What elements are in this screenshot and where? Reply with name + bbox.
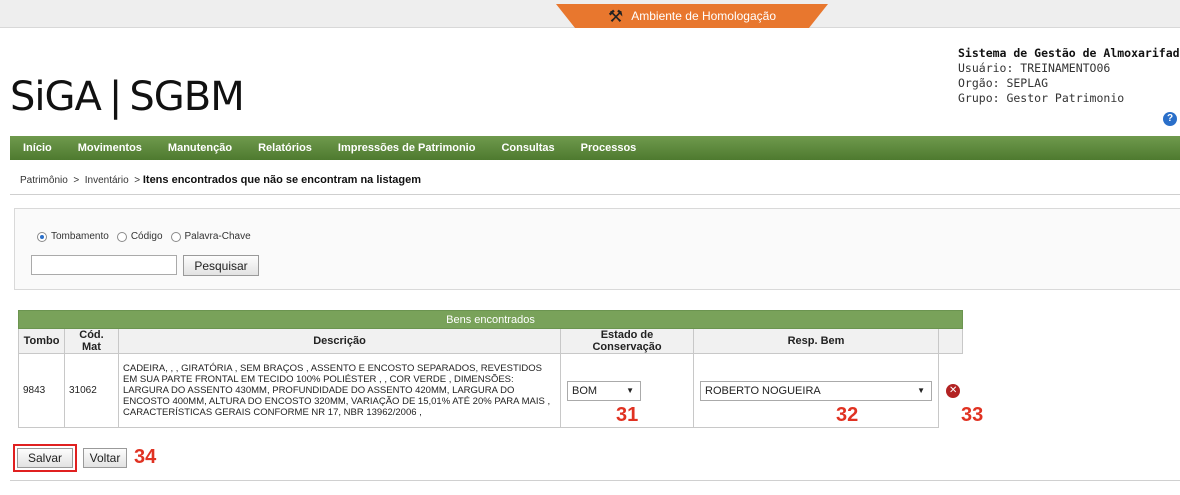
bottom-divider — [10, 480, 1180, 481]
header-estado: Estado de Conservação — [560, 328, 694, 354]
menu-item-consultas[interactable]: Consultas — [488, 142, 567, 154]
cell-tombo: 9843 — [18, 353, 65, 428]
menu-item-impressoes[interactable]: Impressões de Patrimonio — [325, 142, 489, 154]
menu-item-relatorios[interactable]: Relatórios — [245, 142, 325, 154]
system-info: Sistema de Gestão de Almoxarifado Usuári… — [958, 46, 1180, 106]
search-panel: Tombamento Código Palavra-Chave Pesquisa… — [14, 208, 1180, 290]
back-button[interactable]: Voltar — [83, 448, 127, 468]
header-tombo: Tombo — [18, 328, 65, 354]
search-input[interactable] — [31, 255, 177, 275]
annotation-32: 32 — [836, 404, 859, 426]
menu-item-processos[interactable]: Processos — [568, 142, 650, 154]
radio-palavra-chave[interactable] — [170, 231, 181, 242]
resp-bem-select[interactable]: ROBERTO NOGUEIRA ▼ — [700, 380, 932, 401]
estado-select-value: BOM — [572, 384, 598, 397]
radio-codigo-label[interactable]: Código — [131, 231, 163, 242]
user-info: Usuário: TREINAMENTO06 — [958, 61, 1111, 75]
environment-label: Ambiente de Homologação — [631, 9, 776, 23]
header-cod-mat: Cód. Mat — [64, 328, 119, 354]
app-logo: SiGA | SGBM — [10, 74, 245, 120]
breadcrumb-path: Patrimônio > Inventário > — [20, 175, 143, 186]
radio-palavra-chave-label[interactable]: Palavra-Chave — [185, 231, 251, 242]
resp-bem-select-value: ROBERTO NOGUEIRA — [705, 384, 821, 397]
breadcrumb: Patrimônio > Inventário > Itens encontra… — [20, 174, 421, 186]
cell-resp-bem: ROBERTO NOGUEIRA ▼ — [693, 353, 939, 428]
annotation-33: 33 — [961, 404, 984, 426]
environment-strip: ⚒ Ambiente de Homologação — [0, 0, 1180, 28]
logo-separator: | — [108, 74, 123, 120]
logo-siga: SiGA — [10, 74, 102, 120]
menu-item-manutencao[interactable]: Manutenção — [155, 142, 245, 154]
table-row: 9843 31062 CADEIRA, , , GIRATÓRIA , SEM … — [18, 353, 963, 428]
table-caption: Bens encontrados — [18, 310, 963, 329]
estado-select[interactable]: BOM ▼ — [567, 380, 641, 401]
group-info: Grupo: Gestor Patrimonio — [958, 91, 1125, 105]
table-caption-row: Bens encontrados — [18, 310, 963, 329]
menu-item-inicio[interactable]: Início — [10, 142, 65, 154]
logo-sgbm: SGBM — [129, 74, 244, 120]
radio-codigo[interactable] — [116, 231, 127, 242]
header-resp-bem: Resp. Bem — [693, 328, 939, 354]
divider — [10, 194, 1180, 195]
help-icon[interactable]: ? — [1163, 112, 1177, 126]
cell-descricao: CADEIRA, , , GIRATÓRIA , SEM BRAÇOS , AS… — [118, 353, 561, 428]
remove-item-icon[interactable]: ✕ — [946, 383, 961, 398]
annotation-31: 31 — [616, 404, 639, 426]
table-header-row: Tombo Cód. Mat Descrição Estado de Conse… — [18, 328, 963, 354]
system-title: Sistema de Gestão de Almoxarifado — [958, 46, 1180, 60]
breadcrumb-current: Itens encontrados que não se encontram n… — [142, 174, 421, 186]
radio-tombamento[interactable] — [37, 231, 47, 242]
header-descricao: Descrição — [118, 328, 561, 354]
menu-item-movimentos[interactable]: Movimentos — [65, 142, 155, 154]
chevron-down-icon: ▼ — [626, 386, 634, 395]
chevron-down-icon: ▼ — [917, 386, 925, 395]
search-type-group: Tombamento Código Palavra-Chave — [37, 231, 259, 242]
environment-banner: ⚒ Ambiente de Homologação — [556, 4, 828, 28]
cell-remove: ✕ — [939, 354, 963, 428]
radio-tombamento-label[interactable]: Tombamento — [51, 231, 109, 242]
tools-icon: ⚒ — [607, 6, 624, 26]
save-button[interactable]: Salvar — [17, 448, 73, 468]
header-actions — [938, 328, 963, 354]
annotation-34: 34 — [134, 446, 157, 468]
cell-cod-mat: 31062 — [64, 353, 119, 428]
search-button[interactable]: Pesquisar — [183, 255, 259, 276]
main-menu: Início Movimentos Manutenção Relatórios … — [10, 136, 1180, 160]
results-table: Bens encontrados Tombo Cód. Mat Descriçã… — [18, 310, 963, 428]
org-info: Orgão: SEPLAG — [958, 76, 1049, 90]
